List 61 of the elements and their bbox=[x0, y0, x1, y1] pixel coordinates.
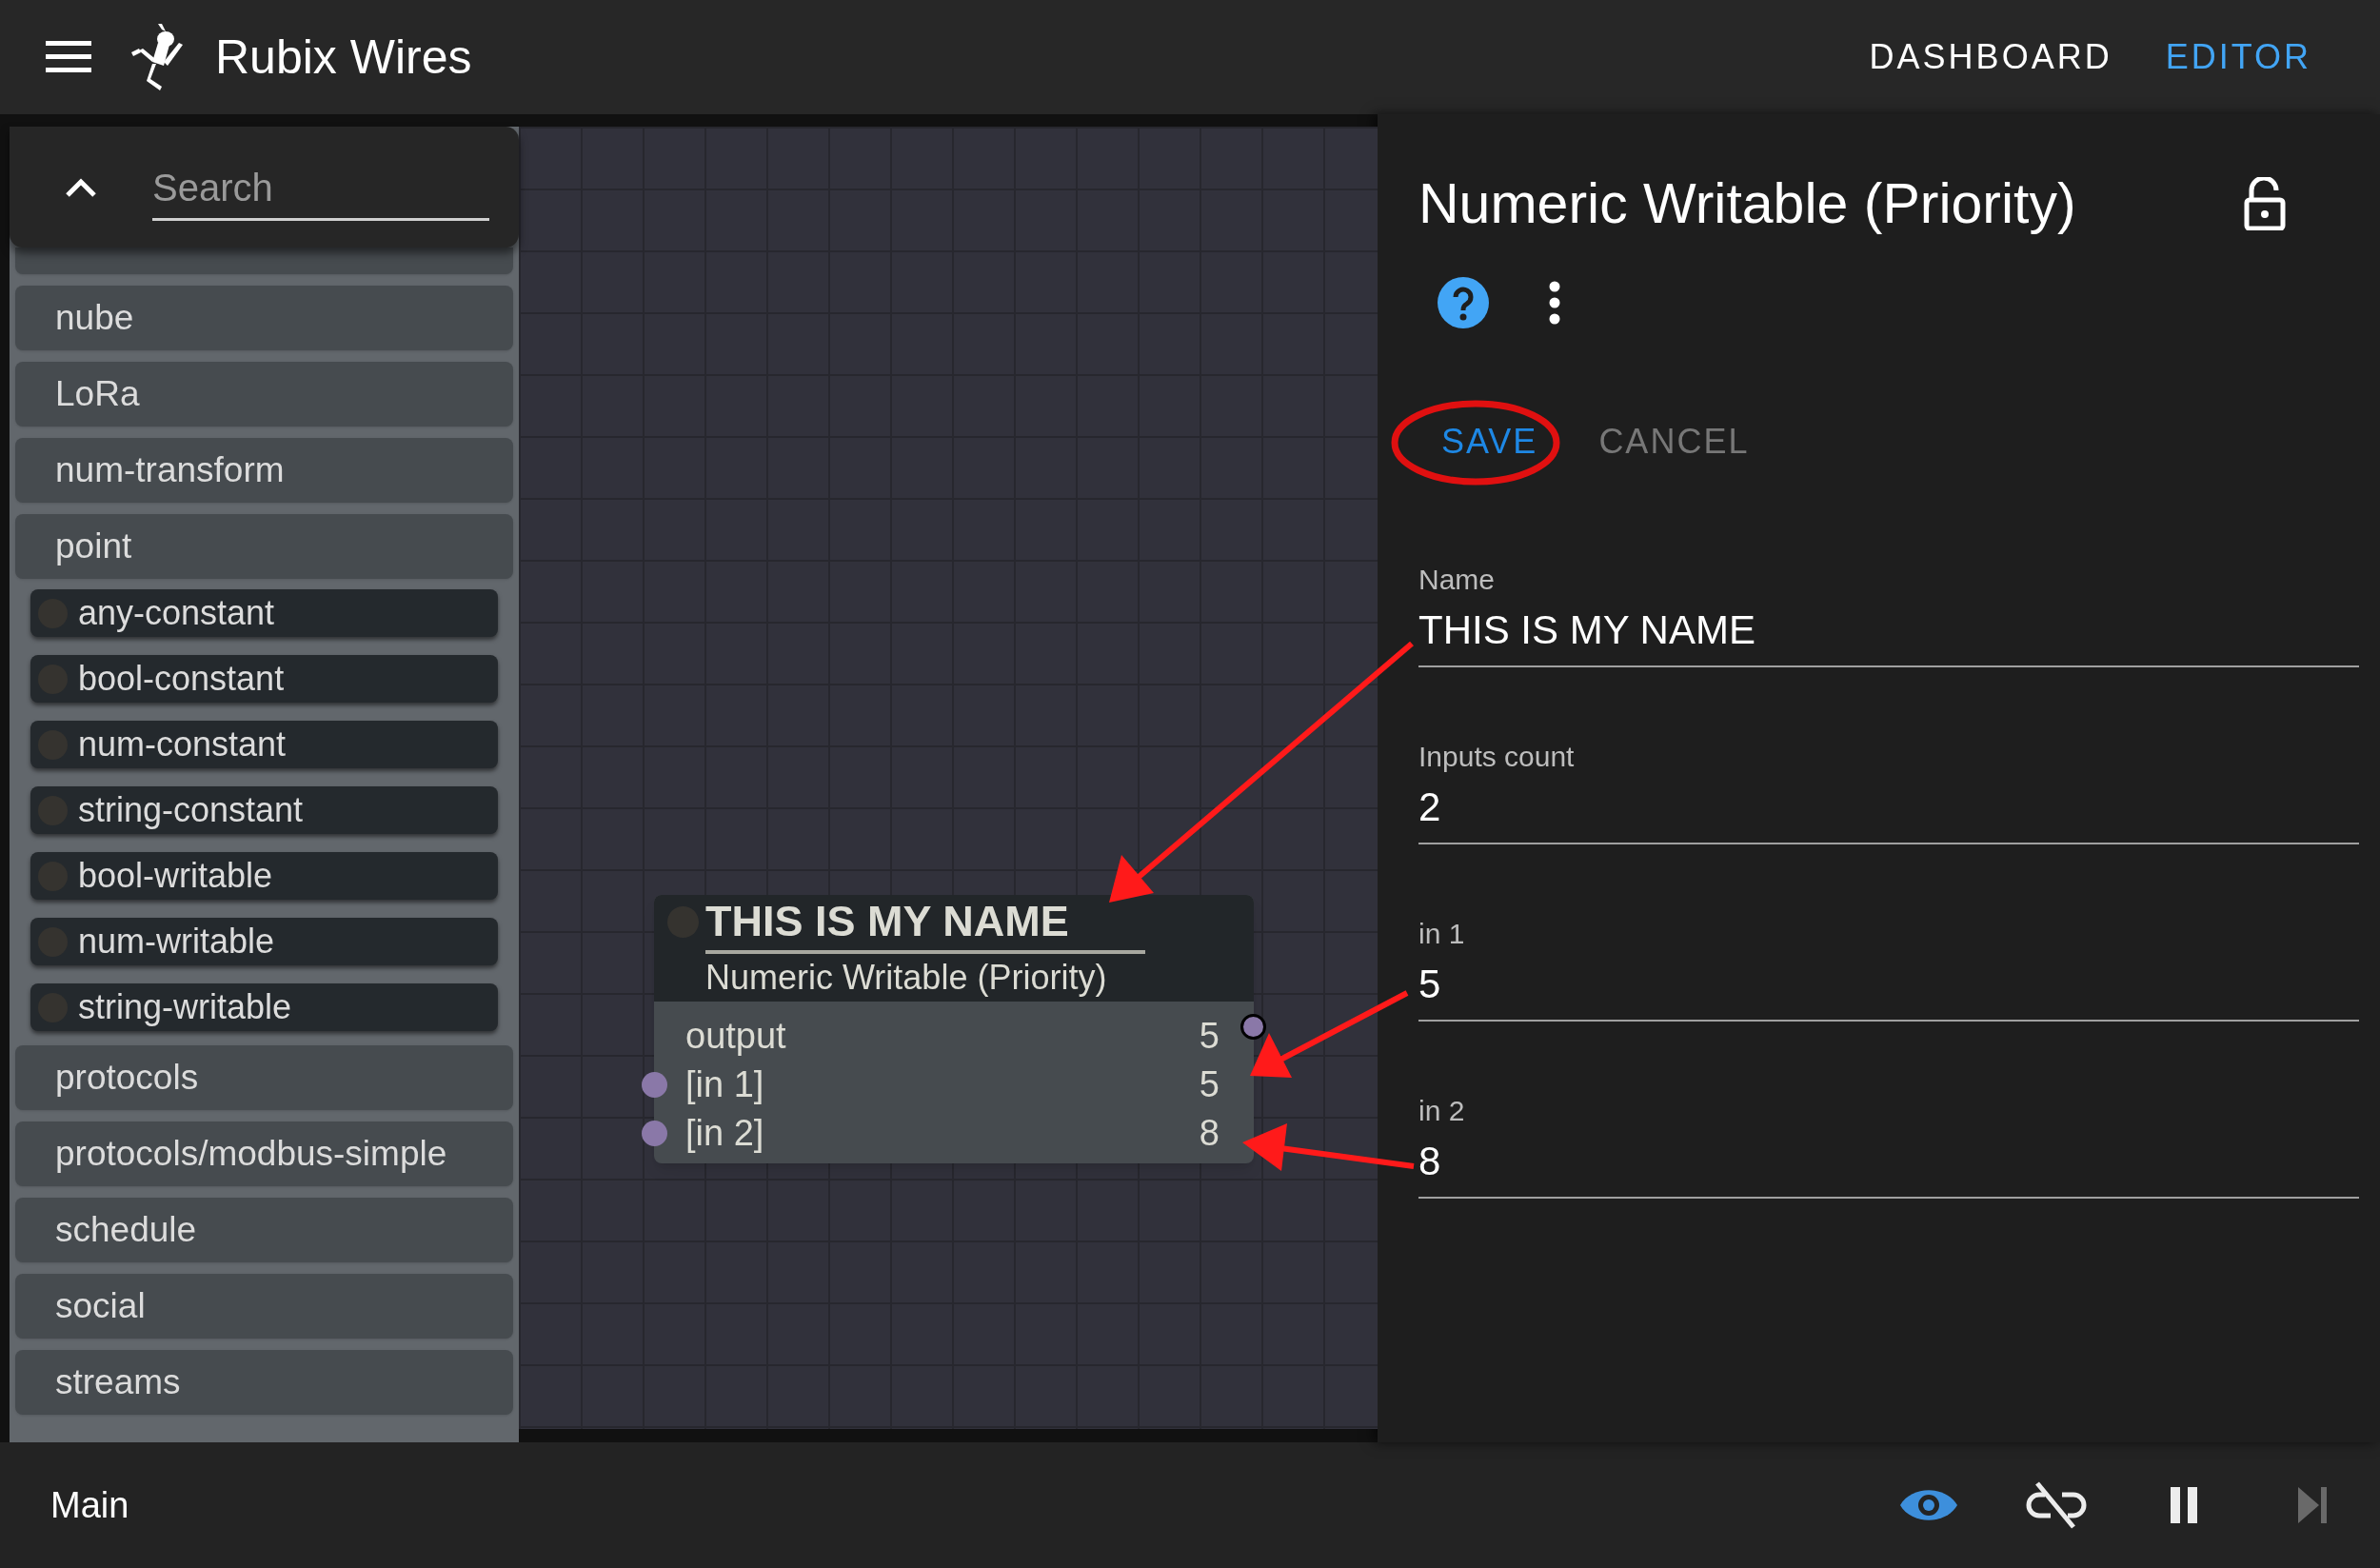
node-type-item[interactable]: num-constant bbox=[30, 721, 498, 768]
node-type-item[interactable]: string-writable bbox=[30, 983, 498, 1031]
category-item[interactable]: nube bbox=[15, 286, 513, 350]
category-item[interactable]: protocols bbox=[15, 1045, 513, 1110]
category-item[interactable]: streams bbox=[15, 1350, 513, 1415]
node-type-label: string-constant bbox=[78, 789, 304, 831]
port-label: [in 2] bbox=[685, 1112, 764, 1155]
port-label: [in 1] bbox=[685, 1063, 764, 1106]
category-item[interactable]: protocols/modbus-simple bbox=[15, 1121, 513, 1186]
node-type-item[interactable]: string-constant bbox=[30, 786, 498, 834]
node-type-item[interactable]: num-writable bbox=[30, 918, 498, 965]
category-item[interactable]: schedule bbox=[15, 1198, 513, 1262]
panel-title: Numeric Writable (Priority) bbox=[1418, 171, 2076, 237]
node-type-item[interactable]: any-constant bbox=[30, 589, 498, 637]
field-value: 5 bbox=[1418, 960, 1442, 1008]
more-options-icon[interactable] bbox=[1548, 280, 1561, 325]
node-canvas[interactable]: THIS IS MY NAME Numeric Writable (Priority) output 5 [in 1] 5 [in 2] 8 bbox=[519, 127, 1378, 1429]
nav-link[interactable]: EDITOR bbox=[2165, 31, 2311, 83]
node-type-label: num-constant bbox=[78, 724, 287, 765]
port-value: 8 bbox=[1199, 1112, 1220, 1155]
field-label: in 1 bbox=[1418, 916, 1466, 951]
link-off-icon[interactable] bbox=[2026, 1479, 2087, 1531]
graph-tab[interactable]: Main bbox=[50, 1478, 129, 1533]
node-type-label: num-writable bbox=[78, 921, 275, 963]
port-value: 5 bbox=[1199, 1015, 1220, 1058]
node-type-label: string-writable bbox=[78, 986, 292, 1028]
nav-link[interactable]: DASHBOARD bbox=[1869, 31, 2112, 83]
field-label: Name bbox=[1418, 562, 1497, 597]
node-type-label: any-constant bbox=[78, 592, 275, 634]
category-item[interactable]: point bbox=[15, 514, 513, 579]
menu-icon[interactable] bbox=[46, 41, 91, 73]
category-item[interactable]: LoRa bbox=[15, 362, 513, 427]
node-type-label: bool-writable bbox=[78, 855, 273, 897]
node-type: Numeric Writable (Priority) bbox=[705, 957, 1108, 999]
field-value: THIS IS MY NAME bbox=[1418, 605, 1756, 654]
app-title: Rubix Wires bbox=[215, 29, 472, 86]
search-field[interactable]: Search bbox=[152, 157, 489, 221]
field-label: Inputs count bbox=[1418, 739, 1576, 774]
search-menu[interactable]: Search bbox=[10, 127, 519, 248]
field-label: in 2 bbox=[1418, 1093, 1466, 1128]
field-value: 8 bbox=[1418, 1137, 1442, 1185]
text-field[interactable]: in 1 5 bbox=[1418, 914, 2359, 1022]
node-type-label: bool-constant bbox=[78, 658, 285, 700]
port-value: 5 bbox=[1199, 1063, 1220, 1106]
field-value: 2 bbox=[1418, 783, 1442, 831]
text-field[interactable]: Inputs count 2 bbox=[1418, 737, 2359, 844]
lock-icon[interactable] bbox=[2244, 177, 2286, 231]
port-label: output bbox=[685, 1015, 786, 1058]
text-field[interactable]: in 2 8 bbox=[1418, 1091, 2359, 1199]
chevron-up-icon[interactable] bbox=[65, 176, 97, 198]
text-field[interactable]: Name THIS IS MY NAME bbox=[1418, 560, 2359, 667]
save-button[interactable]: SAVE bbox=[1430, 409, 1550, 473]
help-icon[interactable] bbox=[1438, 276, 1489, 328]
node-type-item[interactable]: bool-constant bbox=[30, 655, 498, 703]
port-handle[interactable] bbox=[642, 1121, 667, 1146]
cancel-button[interactable]: CANCEL bbox=[1587, 409, 1761, 473]
category-item[interactable]: num-transform bbox=[15, 438, 513, 503]
node-card[interactable]: THIS IS MY NAME Numeric Writable (Priority) output 5 [in 1] 5 [in 2] 8 bbox=[654, 895, 1254, 1163]
category-item[interactable]: social bbox=[15, 1274, 513, 1339]
node-type-item[interactable]: bool-writable bbox=[30, 852, 498, 900]
port-handle[interactable] bbox=[642, 1072, 667, 1098]
